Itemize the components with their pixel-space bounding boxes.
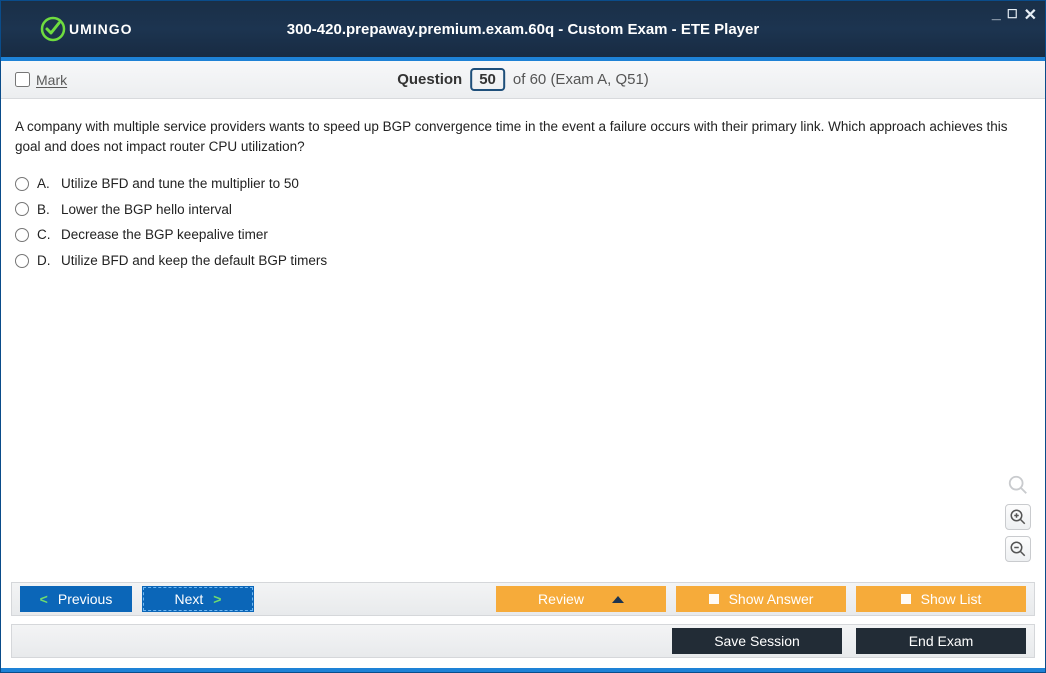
triangle-up-icon <box>612 596 624 603</box>
button-label: Review <box>538 591 584 607</box>
zoom-controls <box>1005 472 1031 562</box>
search-icon[interactable] <box>1005 472 1031 498</box>
option-text: Utilize BFD and tune the multiplier to 5… <box>61 174 299 194</box>
question-total: of 60 (Exam A, Q51) <box>513 71 649 88</box>
window-title: 300-420.prepaway.premium.exam.60q - Cust… <box>287 21 759 38</box>
session-toolbar: Save Session End Exam <box>11 624 1035 658</box>
option-a[interactable]: A. Utilize BFD and tune the multiplier t… <box>15 174 1031 194</box>
stop-icon <box>901 594 911 604</box>
logo-check-icon <box>39 15 67 43</box>
question-indicator: Question 50 of 60 (Exam A, Q51) <box>397 68 649 91</box>
question-text: A company with multiple service provider… <box>15 117 1031 156</box>
question-word: Question <box>397 71 462 88</box>
titlebar: UMINGO 300-420.prepaway.premium.exam.60q… <box>1 1 1045 57</box>
minimize-icon[interactable]: _ <box>992 5 1001 25</box>
button-label: Save Session <box>714 633 800 649</box>
option-text: Utilize BFD and keep the default BGP tim… <box>61 251 327 271</box>
end-exam-button[interactable]: End Exam <box>856 628 1026 654</box>
app-logo: UMINGO <box>39 15 133 43</box>
option-letter: A. <box>37 174 53 194</box>
mark-checkbox[interactable] <box>15 72 30 87</box>
options-list: A. Utilize BFD and tune the multiplier t… <box>15 174 1031 270</box>
show-list-button[interactable]: Show List <box>856 586 1026 612</box>
option-text: Lower the BGP hello interval <box>61 200 232 220</box>
previous-button[interactable]: < Previous <box>20 586 132 612</box>
option-c[interactable]: C. Decrease the BGP keepalive timer <box>15 225 1031 245</box>
option-text: Decrease the BGP keepalive timer <box>61 225 268 245</box>
bottom-divider <box>1 668 1045 672</box>
button-label: Show List <box>921 591 982 607</box>
option-radio[interactable] <box>15 202 29 216</box>
zoom-in-button[interactable] <box>1005 504 1031 530</box>
nav-toolbar: < Previous Next > Review Show Answer Sho… <box>11 582 1035 616</box>
close-icon[interactable]: ✕ <box>1024 5 1037 25</box>
mark-label: Mark <box>36 72 67 88</box>
next-button[interactable]: Next > <box>142 586 254 612</box>
zoom-out-button[interactable] <box>1005 536 1031 562</box>
logo-text: UMINGO <box>69 21 133 37</box>
question-header: Mark Question 50 of 60 (Exam A, Q51) <box>1 61 1045 99</box>
mark-checkbox-wrap[interactable]: Mark <box>15 72 67 88</box>
stop-icon <box>709 594 719 604</box>
review-button[interactable]: Review <box>496 586 666 612</box>
option-letter: B. <box>37 200 53 220</box>
option-letter: D. <box>37 251 53 271</box>
option-b[interactable]: B. Lower the BGP hello interval <box>15 200 1031 220</box>
option-d[interactable]: D. Utilize BFD and keep the default BGP … <box>15 251 1031 271</box>
chevron-right-icon: > <box>213 591 221 607</box>
button-label: End Exam <box>909 633 974 649</box>
question-content: A company with multiple service provider… <box>1 99 1045 280</box>
save-session-button[interactable]: Save Session <box>672 628 842 654</box>
show-answer-button[interactable]: Show Answer <box>676 586 846 612</box>
option-radio[interactable] <box>15 254 29 268</box>
window-controls: _ ☐ ✕ <box>992 5 1037 25</box>
button-label: Show Answer <box>729 591 814 607</box>
question-number: 50 <box>470 68 505 91</box>
button-label: Next <box>175 591 204 607</box>
option-radio[interactable] <box>15 177 29 191</box>
button-label: Previous <box>58 591 112 607</box>
option-radio[interactable] <box>15 228 29 242</box>
chevron-left-icon: < <box>40 591 48 607</box>
maximize-icon[interactable]: ☐ <box>1007 7 1018 27</box>
option-letter: C. <box>37 225 53 245</box>
